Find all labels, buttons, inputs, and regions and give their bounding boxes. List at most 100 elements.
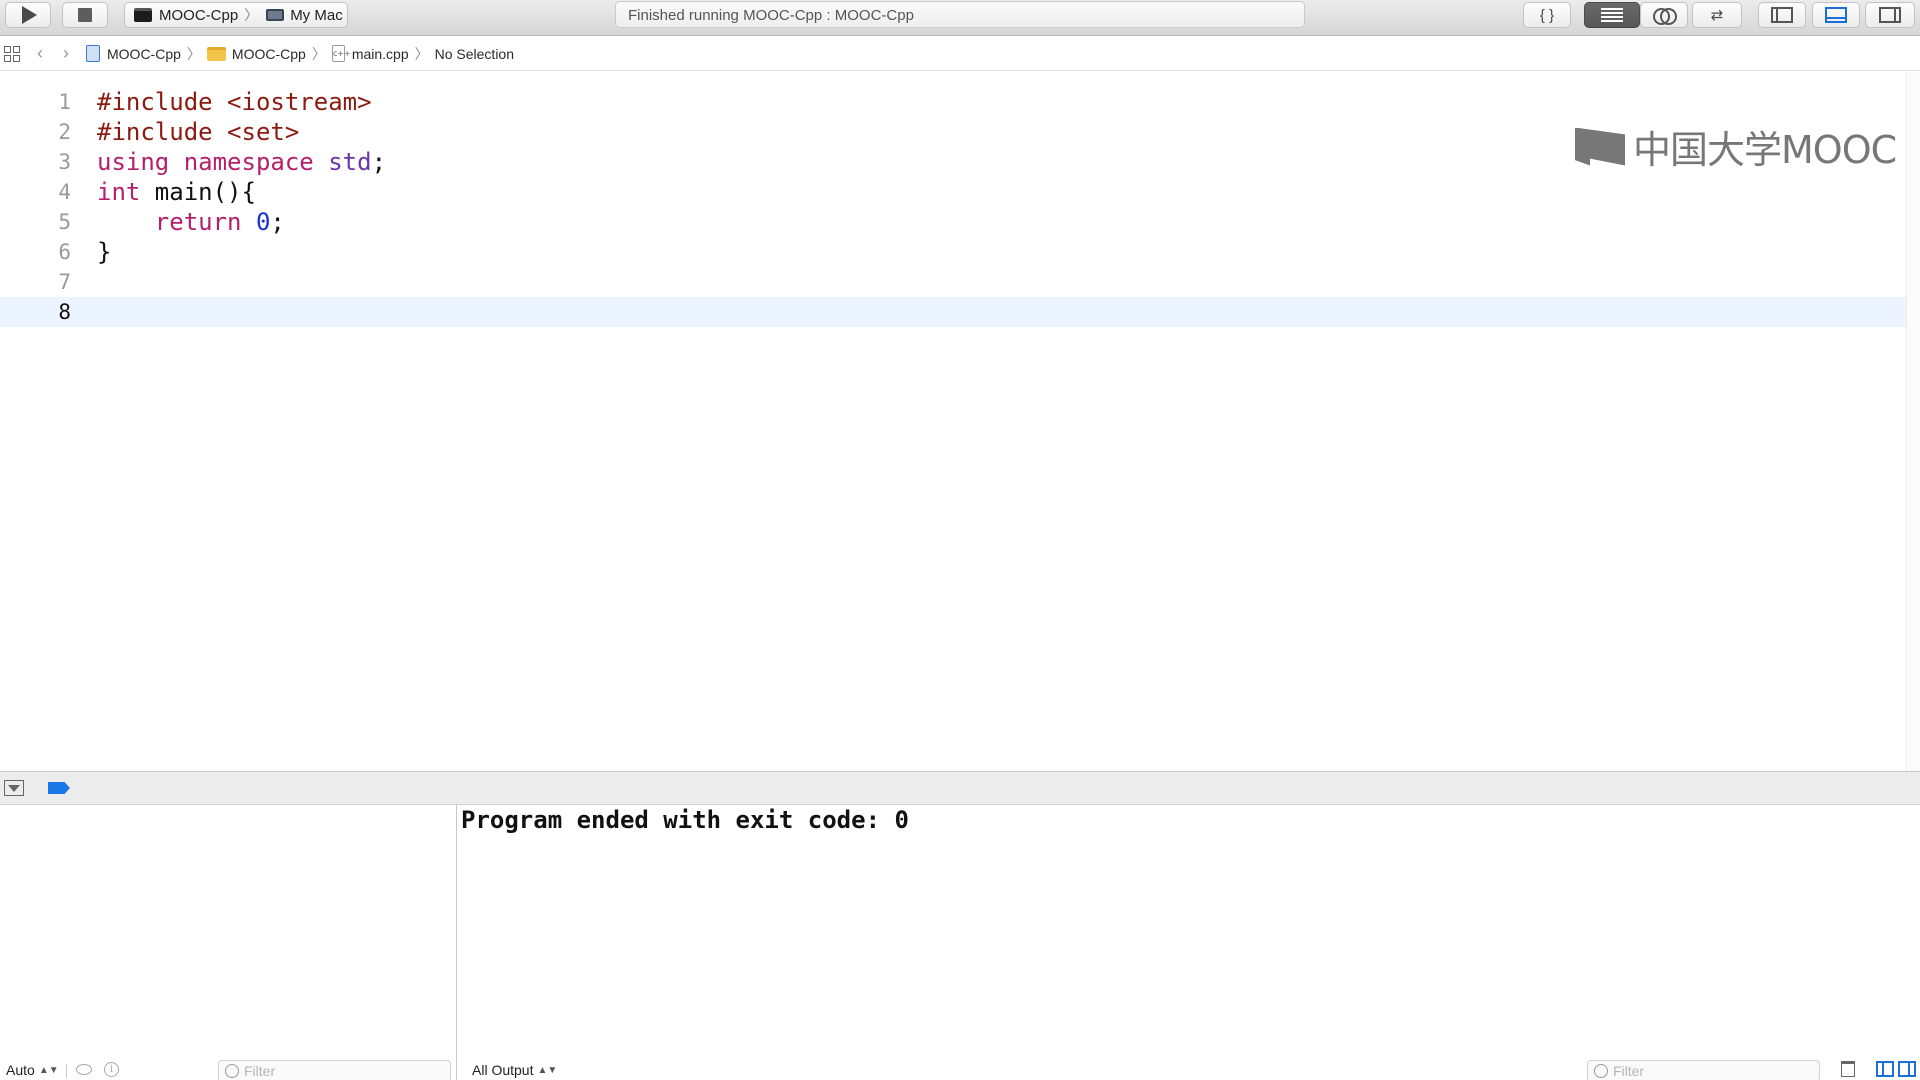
- mode-label: Auto: [6, 1062, 35, 1078]
- print-description-button[interactable]: i: [104, 1062, 119, 1077]
- code-token: 0: [255, 208, 271, 236]
- watermark-text: 中国大学MOOC: [1633, 128, 1897, 172]
- variables-filter-field[interactable]: Filter: [218, 1060, 451, 1080]
- line-number: 8: [58, 300, 71, 324]
- code-token: ;: [371, 148, 387, 176]
- swap-arrows-icon: ⇄: [1710, 7, 1724, 24]
- code-line[interactable]: 4 int main(){: [0, 177, 1906, 207]
- info-icon: i: [104, 1062, 119, 1077]
- breadcrumb-label: MOOC-Cpp: [231, 45, 306, 62]
- code-token: int: [97, 178, 141, 206]
- bottom-panel-icon: [1825, 7, 1847, 23]
- stop-button[interactable]: [62, 2, 108, 28]
- run-button[interactable]: [5, 2, 51, 28]
- code-token: return: [154, 208, 242, 236]
- activity-status: Finished running MOOC-Cpp : MOOC-Cpp: [615, 1, 1305, 28]
- related-items-grid-icon[interactable]: [4, 45, 20, 62]
- variables-view[interactable]: [0, 805, 457, 1080]
- breadcrumb-label: main.cpp: [351, 45, 409, 62]
- status-text: Finished running MOOC-Cpp : MOOC-Cpp: [628, 7, 914, 24]
- breadcrumb-folder[interactable]: MOOC-Cpp: [206, 45, 306, 62]
- cpp-file-icon: c++: [331, 45, 351, 62]
- code-token: #include <iostream>: [97, 88, 372, 116]
- line-number: 2: [58, 120, 71, 144]
- breadcrumb-project[interactable]: MOOC-Cpp: [86, 45, 181, 62]
- filter-icon: [1594, 1064, 1608, 1078]
- stop-icon: [78, 8, 92, 22]
- variables-mode-selector[interactable]: Auto ▲▼: [6, 1062, 59, 1078]
- standard-editor-toggle[interactable]: [1584, 2, 1640, 28]
- line-number: 5: [58, 210, 71, 234]
- filter-placeholder: Filter: [244, 1063, 276, 1079]
- code-token: #include <set>: [97, 118, 300, 146]
- mac-icon: [266, 9, 285, 21]
- line-number: 1: [58, 90, 71, 114]
- debug-bar: [0, 771, 1920, 805]
- navigator-toggle[interactable]: [1758, 2, 1806, 28]
- assistant-editor-toggle[interactable]: [1640, 2, 1688, 28]
- split-left-icon: [1876, 1061, 1894, 1077]
- breadcrumb-selection[interactable]: No Selection: [435, 46, 514, 62]
- debug-area-toggle[interactable]: [1812, 2, 1860, 28]
- code-token: }: [97, 238, 112, 266]
- show-variables-toggle[interactable]: [1876, 1061, 1894, 1077]
- project-icon: [86, 45, 100, 62]
- breadcrumb-label: MOOC-Cpp: [107, 45, 181, 62]
- code-token: std: [328, 148, 372, 176]
- toolbar: MOOC-Cpp 〉 My Mac Finished running MOOC-…: [0, 0, 1920, 36]
- breadcrumb-file[interactable]: c++ main.cpp: [331, 45, 409, 62]
- terminal-icon: [134, 8, 152, 22]
- editor-scrollbar[interactable]: [1906, 72, 1920, 772]
- divider: [66, 1064, 67, 1078]
- code-token: ;: [270, 208, 285, 236]
- filter-icon: [225, 1064, 239, 1078]
- quick-look-button[interactable]: [76, 1064, 92, 1075]
- chevron-right-icon: 〉: [186, 45, 201, 62]
- current-code-line[interactable]: 8: [0, 297, 1906, 327]
- braces-icon: { }: [1539, 6, 1555, 24]
- code-token: using: [97, 148, 170, 176]
- code-token: namespace: [183, 148, 314, 176]
- version-editor-toggle[interactable]: ⇄: [1692, 2, 1742, 28]
- line-number: 4: [58, 180, 71, 204]
- line-number: 7: [58, 270, 71, 294]
- updown-chevron-icon: ▲▼: [38, 1064, 59, 1076]
- console-filter-field[interactable]: Filter: [1587, 1060, 1820, 1080]
- back-arrow-icon[interactable]: ‹: [37, 43, 43, 64]
- eye-icon: [76, 1064, 92, 1075]
- jump-bar: ‹ › MOOC-Cpp 〉 MOOC-Cpp 〉 c++ main.cpp 〉…: [0, 37, 1920, 71]
- breadcrumb-label: No Selection: [434, 45, 515, 62]
- updown-chevron-icon: ▲▼: [537, 1064, 558, 1076]
- chevron-right-icon: 〉: [244, 7, 259, 23]
- line-number: 6: [58, 240, 71, 264]
- clear-console-button[interactable]: [1841, 1061, 1855, 1077]
- code-line[interactable]: 1 #include <iostream>: [0, 87, 1906, 117]
- code-line[interactable]: 7: [0, 267, 1906, 297]
- line-number: 3: [58, 150, 71, 174]
- show-console-toggle[interactable]: [1898, 1061, 1916, 1077]
- console-output-selector[interactable]: All Output ▲▼: [472, 1062, 557, 1078]
- code-token: main(){: [140, 178, 256, 206]
- scheme-name: MOOC-Cpp: [159, 6, 239, 24]
- forward-arrow-icon[interactable]: ›: [63, 43, 69, 64]
- console-view[interactable]: Program ended with exit code: 0: [458, 805, 1920, 1080]
- lines-icon: [1601, 8, 1623, 22]
- scheme-selector[interactable]: MOOC-Cpp 〉 My Mac: [124, 2, 348, 28]
- destination-name: My Mac: [290, 6, 343, 24]
- hide-debug-area-icon[interactable]: [4, 780, 24, 796]
- code-line[interactable]: 5 return 0;: [0, 207, 1906, 237]
- breakpoint-tag-icon[interactable]: [48, 782, 70, 794]
- source-editor[interactable]: 1 #include <iostream> 2 #include <set> 3…: [0, 72, 1920, 772]
- left-panel-icon: [1771, 7, 1793, 23]
- debug-bottom-bar: Auto ▲▼ i Filter All Output ▲▼ Filter: [0, 1058, 1920, 1080]
- chevron-right-icon: 〉: [311, 45, 326, 62]
- right-panel-icon: [1879, 7, 1901, 23]
- utilities-toggle[interactable]: [1865, 2, 1915, 28]
- standard-editor-button[interactable]: { }: [1523, 2, 1571, 28]
- play-icon: [22, 6, 37, 24]
- code-line[interactable]: 6 }: [0, 237, 1906, 267]
